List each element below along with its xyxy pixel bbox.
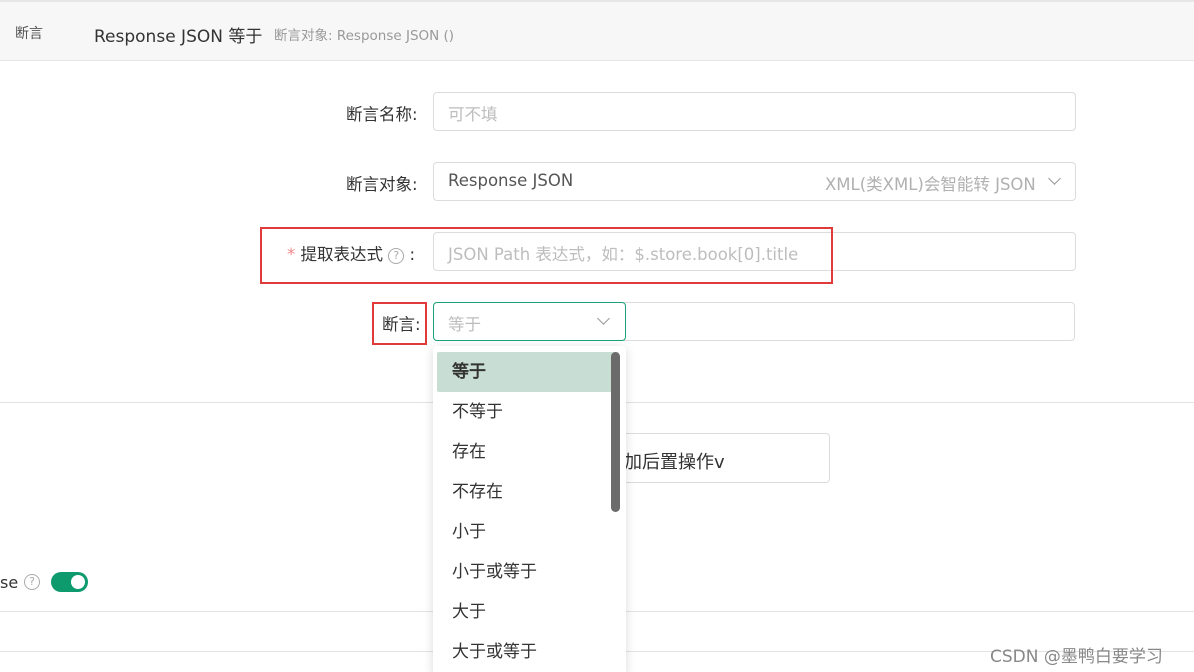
header-label: 断言 xyxy=(15,26,43,42)
help-icon[interactable]: ? xyxy=(24,574,40,590)
header-subtitle: 断言对象: Response JSON () xyxy=(274,28,455,44)
dropdown-option[interactable]: 存在 xyxy=(437,432,619,472)
name-label: 断言名称: xyxy=(346,105,418,124)
dropdown-scrollbar[interactable] xyxy=(611,352,620,512)
toggle-label-partial: se xyxy=(0,573,19,592)
operator-dropdown[interactable]: 等于 不等于 存在 不存在 小于 小于或等于 大于 大于或等于 xyxy=(433,346,626,672)
add-post-action-label: 加后置操作v xyxy=(624,452,725,473)
header-title: Response JSON 等于 xyxy=(94,27,263,47)
dropdown-option[interactable]: 小于或等于 xyxy=(437,552,619,592)
toggle-knob xyxy=(71,575,85,589)
assertion-name-placeholder: 可不填 xyxy=(448,105,498,124)
assertion-operator-placeholder: 等于 xyxy=(448,315,481,334)
assertion-target-value: Response JSON xyxy=(448,171,574,190)
enable-toggle[interactable] xyxy=(51,572,88,592)
highlight-box-assertion xyxy=(372,302,427,345)
watermark: CSDN @墨鸭白要学习 xyxy=(990,647,1163,667)
target-label: 断言对象: xyxy=(346,175,418,194)
assertion-target-hint: XML(类XML)会智能转 JSON xyxy=(825,175,1036,194)
dropdown-option[interactable]: 小于 xyxy=(437,512,619,552)
assertion-header[interactable]: 断言 Response JSON 等于 断言对象: Response JSON … xyxy=(0,0,1194,61)
dropdown-option[interactable]: 大于 xyxy=(437,592,619,632)
dropdown-option[interactable]: 不存在 xyxy=(437,472,619,512)
dropdown-option[interactable]: 不等于 xyxy=(437,392,619,432)
highlight-box-expression xyxy=(260,227,833,284)
dropdown-option[interactable]: 等于 xyxy=(437,352,619,392)
assertion-name-input[interactable] xyxy=(433,92,1076,131)
dropdown-option[interactable]: 大于或等于 xyxy=(437,632,619,672)
